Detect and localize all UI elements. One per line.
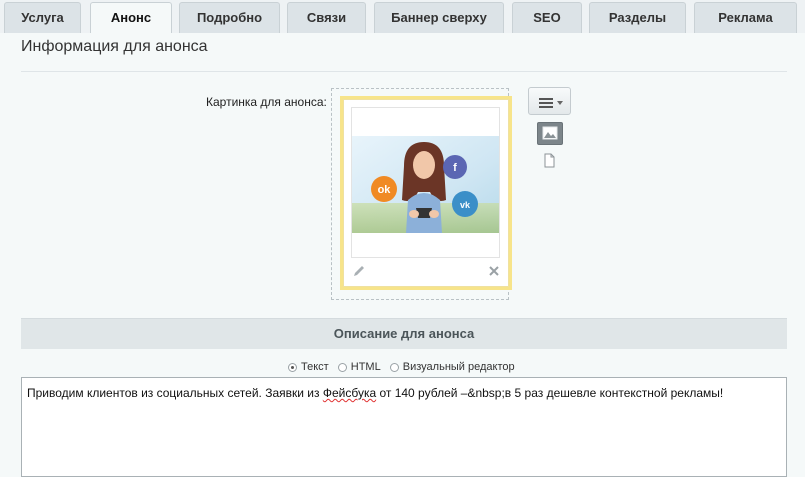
divider — [21, 71, 787, 72]
pencil-icon[interactable] — [352, 264, 366, 278]
description-header: Описание для анонса — [21, 318, 787, 349]
radio-visual[interactable] — [389, 362, 399, 372]
image-mode-button[interactable] — [537, 122, 563, 145]
svg-text:vk: vk — [460, 200, 471, 210]
image-icon — [542, 126, 558, 140]
radio-html[interactable] — [337, 362, 347, 372]
tab-announcement[interactable]: Анонс — [90, 2, 172, 34]
svg-text:ok: ok — [378, 184, 392, 196]
image-menu-button[interactable] — [528, 87, 571, 115]
tab-links[interactable]: Связи — [287, 2, 366, 33]
mode-text-label: Текст — [301, 361, 329, 373]
close-icon[interactable] — [488, 265, 500, 277]
tab-content: Информация для анонса Картинка для анонс… — [0, 33, 805, 477]
mode-visual-label: Визуальный редактор — [402, 361, 515, 373]
svg-text:f: f — [453, 162, 457, 174]
text-part-2: от 140 рублей –&nbsp;в 5 раз дешевле кон… — [376, 386, 724, 400]
description-textarea[interactable]: Приводим клиентов из социальных сетей. З… — [21, 377, 787, 477]
tab-sections[interactable]: Разделы — [589, 2, 686, 33]
announcement-image: ok f vk — [352, 136, 499, 233]
radio-text[interactable] — [288, 362, 297, 372]
mode-text-option[interactable]: Текст — [288, 361, 329, 373]
tab-seo[interactable]: SEO — [512, 2, 582, 33]
picture-field-label: Картинка для анонса: — [206, 95, 327, 109]
tab-advertising[interactable]: Реклама — [694, 2, 797, 33]
image-preview: ok f vk — [351, 107, 500, 258]
description-mode-selector: Текст HTML Визуальный редактор — [288, 361, 521, 375]
tab-top-banner[interactable]: Баннер сверху — [374, 2, 504, 33]
text-part-1: Приводим клиентов из социальных сетей. З… — [27, 386, 323, 400]
tab-details[interactable]: Подробно — [179, 2, 280, 33]
section-title: Информация для анонса — [21, 38, 208, 55]
menu-icon — [539, 98, 563, 108]
mode-html-option[interactable]: HTML — [337, 361, 381, 373]
mode-visual-option[interactable]: Визуальный редактор — [389, 361, 515, 373]
tab-bar: Услуга Анонс Подробно Связи Баннер сверх… — [0, 0, 805, 34]
text-misspelled-word: Фейсбука — [322, 386, 377, 400]
mode-html-label: HTML — [350, 361, 381, 373]
file-icon[interactable] — [544, 153, 555, 168]
tab-service[interactable]: Услуга — [4, 2, 81, 33]
